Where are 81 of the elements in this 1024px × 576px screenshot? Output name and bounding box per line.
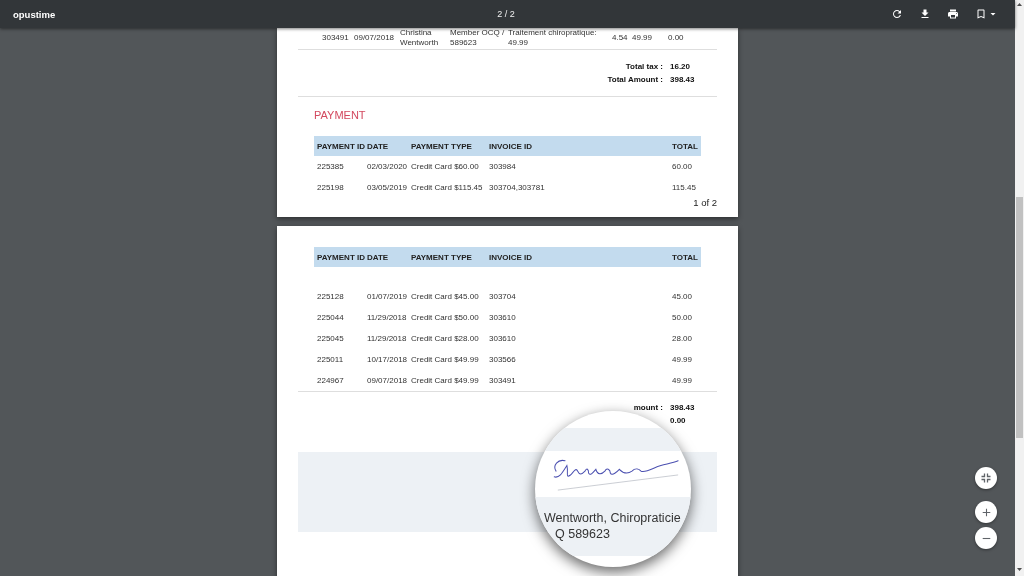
table-cell-text: Credit Card $28.00 [411,334,480,343]
column-header: PAYMENT ID [317,252,366,262]
table-cell-text: 50.00 [672,313,694,322]
signature-caption: Wentworth, Chiropraticie [544,510,681,526]
table-cell-text: 03/05/2019 [367,183,409,192]
table-cell-text: 303610 [489,313,517,322]
table-cell-text: 28.00 [672,334,694,343]
column-header: DATE [367,252,390,262]
document-title: opustime [13,8,56,20]
table-cell-text: 225198 [317,183,345,192]
table-cell-text: 01/07/2019 [367,292,409,301]
table-cell-text: 45.00 [672,292,694,301]
table-cell-text: 225128 [317,292,345,301]
signature-caption: Q 589623 [555,526,610,542]
page-indicator: 2 / 2 [497,9,515,19]
table-cell-text: 09/07/2018 [354,33,396,43]
print-icon [947,8,959,20]
column-header: PAYMENT ID [317,141,366,151]
column-header: TOTAL [672,141,699,151]
table-cell-text: 115.45 [672,183,697,192]
table-cell-text: 225011 [317,355,345,364]
zoom-in-button[interactable] [975,501,997,523]
table-cell-text: 303491 [489,376,517,385]
scrollbar-thumb[interactable] [1016,197,1023,438]
table-cell-text: Credit Card $45.00 [411,292,480,301]
table-cell-text: Member OCQ / 589623 [450,28,506,48]
table-cell-text: 225044 [317,313,345,322]
column-header: TOTAL [672,252,699,262]
table-cell-text: Christina Wentworth [400,28,440,48]
shrink-icon [981,473,991,483]
table-cell-text: 303491 [322,33,350,43]
bookmark-icon [975,8,987,20]
table-cell-text: 49.99 [672,355,694,364]
rotate-icon [891,8,903,20]
table-cell-text: Traitement chiropratique: 49.99 [508,28,598,48]
total-label: Total tax : [624,61,663,72]
column-header: DATE [367,141,390,151]
column-header: INVOICE ID [489,252,534,262]
scrollbar-track[interactable] [1015,0,1024,576]
zoom-out-button[interactable] [975,527,997,549]
table-cell-text: 11/29/2018 [367,334,408,343]
table-cell-text: 60.00 [672,162,694,171]
table-cell-text: Credit Card $60.00 [411,162,480,171]
download-button[interactable] [919,7,931,21]
table-cell-text: 303984 [489,162,517,171]
download-icon [919,8,931,20]
table-cell-text: 09/07/2018 [367,376,409,385]
table-cell-text: Credit Card $49.99 [411,355,480,364]
total-value: 398.43 [670,74,696,85]
table-cell-text: 225045 [317,334,345,343]
total-value: 0.00 [670,415,687,426]
table-cell-text: 02/03/2020 [367,162,409,171]
scroll-up-arrow-icon[interactable] [1017,3,1022,6]
table-cell-text: 225385 [317,162,345,171]
column-header: PAYMENT TYPE [411,252,473,262]
table-cell-text: Credit Card $50.00 [411,313,480,322]
total-value: 398.43 [670,402,696,413]
total-value: 16.20 [670,61,692,72]
table-cell-text: 224967 [317,376,345,385]
table-cell-text: 10/17/2018 [367,355,409,364]
column-header: PAYMENT TYPE [411,141,473,151]
table-cell-text: 4.54 [612,33,629,43]
table-cell-text: 303610 [489,334,517,343]
table-cell-text: 49.99 [632,33,654,43]
table-cell-text: 303704,303781 [489,183,546,192]
scroll-down-arrow-icon[interactable] [1017,568,1022,571]
total-label: Total Amount : [607,74,663,85]
section-title: PAYMENT [314,108,367,122]
print-button[interactable] [947,7,959,21]
table-cell-text: 303566 [489,355,517,364]
page-number: 1 of 2 [692,197,717,209]
table-cell-text: Credit Card $49.99 [411,376,480,385]
table-cell-text: 49.99 [672,376,694,385]
total-label: mount : [633,402,663,413]
column-header: INVOICE ID [489,141,534,151]
table-cell-text: Credit Card $115.45 [411,183,484,192]
table-cell-text: 303704 [489,292,517,301]
rotate-button[interactable] [891,7,903,21]
table-cell-text: 0.00 [668,33,685,43]
fit-page-button[interactable] [975,467,997,489]
table-cell-text: 11/29/2018 [367,313,408,322]
